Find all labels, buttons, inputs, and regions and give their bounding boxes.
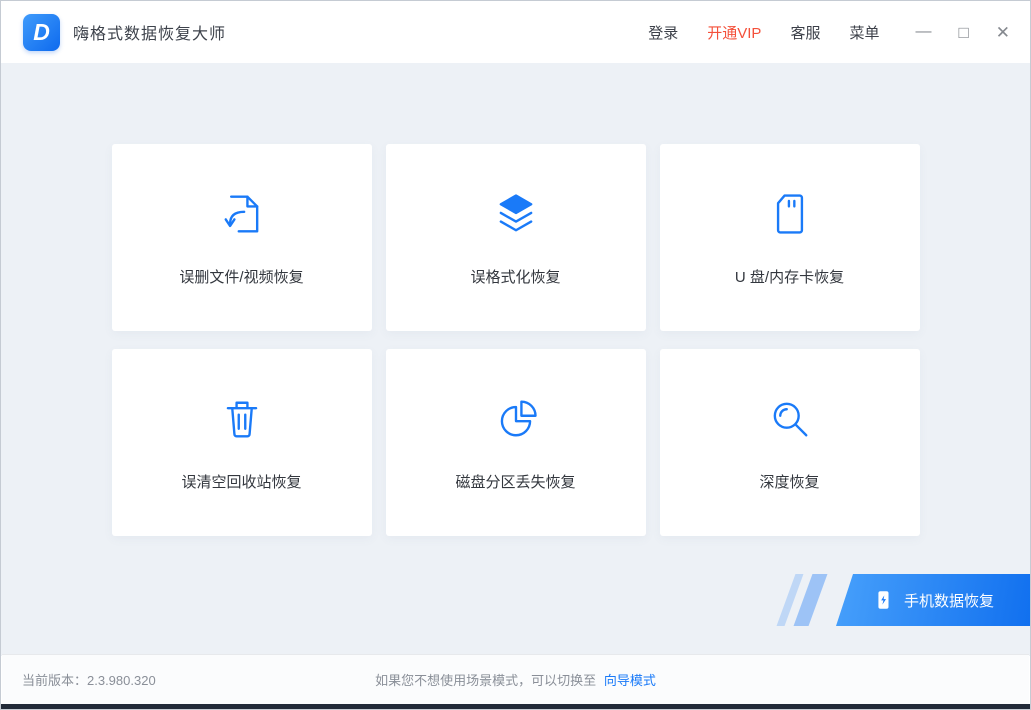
card-label: U 盘/内存卡恢复	[735, 266, 844, 287]
titlebar: D 嗨格式数据恢复大师 登录 开通VIP 客服 菜单 — □ ✕	[1, 1, 1030, 63]
mode-hint: 如果您不想使用场景模式，可以切换至 向导模式	[375, 670, 656, 689]
card-label: 误格式化恢复	[470, 266, 560, 287]
disk-partition-icon	[490, 393, 542, 445]
card-label: 误删文件/视频恢复	[179, 266, 303, 287]
layers-format-icon	[490, 188, 542, 240]
recovery-mode-grid: 误删文件/视频恢复 误格式化恢复 U 盘/内存卡恢复	[112, 144, 920, 536]
window-controls: — □ ✕	[915, 24, 1010, 41]
support-button[interactable]: 客服	[790, 22, 820, 43]
close-icon[interactable]: ✕	[996, 24, 1010, 41]
mode-hint-text: 如果您不想使用场景模式，可以切换至	[375, 673, 596, 688]
card-deep-recovery[interactable]: 深度恢复	[660, 349, 920, 536]
card-recycle-bin-recovery[interactable]: 误清空回收站恢复	[112, 349, 372, 536]
phone-recovery-label: 手机数据恢复	[904, 590, 994, 611]
card-usb-memory-card-recovery[interactable]: U 盘/内存卡恢复	[660, 144, 920, 331]
card-disk-partition-recovery[interactable]: 磁盘分区丢失恢复	[386, 349, 646, 536]
card-label: 磁盘分区丢失恢复	[455, 471, 575, 492]
statusbar: 当前版本：2.3.980.320 如果您不想使用场景模式，可以切换至 向导模式	[2, 654, 1029, 704]
memory-card-icon	[764, 188, 816, 240]
banner-stripe	[794, 574, 828, 626]
login-button[interactable]: 登录	[648, 22, 678, 43]
titlebar-nav: 登录 开通VIP 客服 菜单	[648, 22, 879, 43]
maximize-icon[interactable]: □	[958, 24, 968, 41]
card-label: 误清空回收站恢复	[181, 471, 301, 492]
deep-scan-icon	[764, 393, 816, 445]
file-restore-icon	[216, 188, 268, 240]
menu-button[interactable]: 菜单	[849, 22, 879, 43]
card-label: 深度恢复	[759, 471, 819, 492]
version-label: 当前版本：2.3.980.320	[22, 670, 156, 689]
vip-button[interactable]: 开通VIP	[707, 22, 761, 43]
window-bottom-edge	[1, 704, 1030, 709]
banner-stripe	[777, 574, 804, 626]
app-logo-icon: D	[23, 14, 60, 51]
app-title: 嗨格式数据恢复大师	[73, 20, 226, 44]
card-format-recovery[interactable]: 误格式化恢复	[386, 144, 646, 331]
main-area: 误删文件/视频恢复 误格式化恢复 U 盘/内存卡恢复	[1, 63, 1030, 656]
card-deleted-file-recovery[interactable]: 误删文件/视频恢复	[112, 144, 372, 331]
minimize-icon[interactable]: —	[915, 24, 931, 40]
recycle-bin-icon	[216, 393, 268, 445]
phone-banner-area: 手机数据恢复	[710, 574, 1030, 626]
wizard-mode-link[interactable]: 向导模式	[604, 673, 656, 688]
app-window: D 嗨格式数据恢复大师 登录 开通VIP 客服 菜单 — □ ✕ 误删文	[0, 0, 1031, 710]
phone-recovery-icon	[872, 589, 894, 611]
phone-recovery-button[interactable]: 手机数据恢复	[836, 574, 1030, 626]
